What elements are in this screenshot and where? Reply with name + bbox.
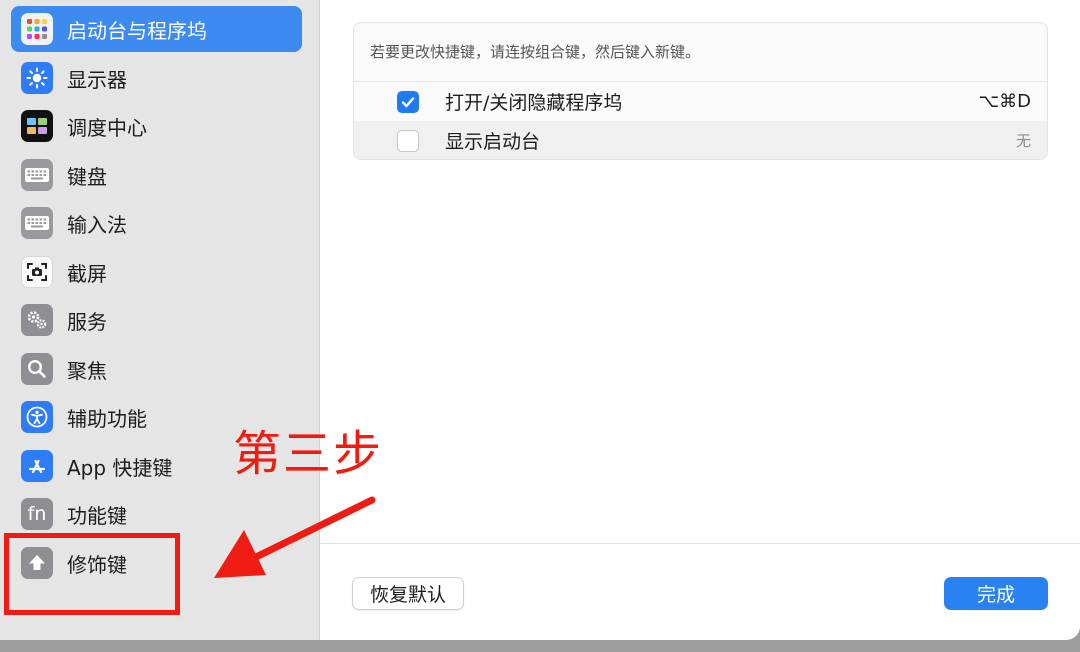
annotation-arrow-icon xyxy=(214,496,376,578)
